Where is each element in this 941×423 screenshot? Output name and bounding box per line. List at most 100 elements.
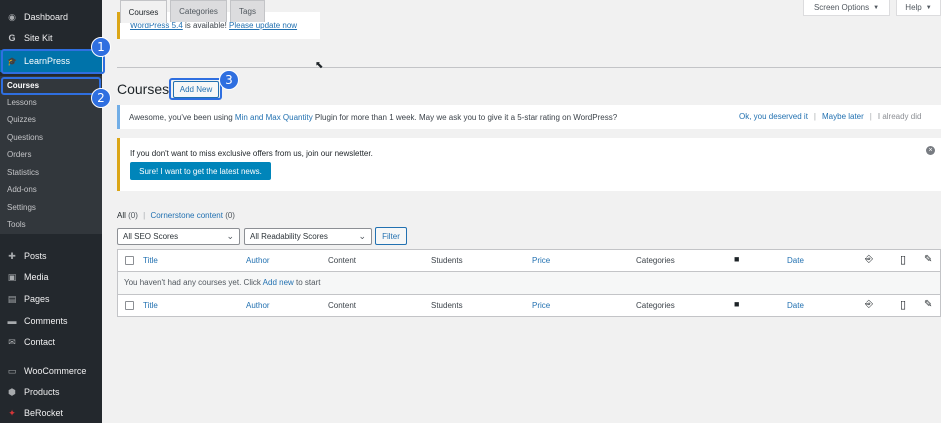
screen-options-button[interactable]: Screen Options ▼ bbox=[803, 0, 890, 16]
screen-options-label: Screen Options bbox=[813, 3, 870, 12]
rating-text-before: Awesome, you've been using bbox=[129, 112, 235, 122]
learnpress-submenu: Courses Lessons Quizzes Questions Orders… bbox=[0, 76, 102, 234]
column-price[interactable]: Price bbox=[532, 256, 550, 265]
callout-badge-1: 1 bbox=[91, 37, 111, 57]
submenu-item-settings[interactable]: Settings bbox=[7, 203, 36, 212]
sidebar-item-posts[interactable]: ✚ Posts bbox=[0, 246, 102, 266]
view-all-link[interactable]: All bbox=[117, 211, 126, 220]
column-title[interactable]: Title bbox=[143, 256, 158, 265]
table-footer: Title Author Content Students Price Cate… bbox=[117, 294, 941, 317]
submenu-item-statistics[interactable]: Statistics bbox=[7, 168, 39, 177]
column-content: Content bbox=[328, 256, 357, 265]
column-author[interactable]: Author bbox=[246, 301, 270, 310]
newsletter-notice: If you don't want to miss exclusive offe… bbox=[117, 138, 941, 191]
filter-button[interactable]: Filter bbox=[375, 227, 407, 245]
rating-text-after: Plugin for more than 1 week. May we ask … bbox=[312, 112, 618, 122]
maybe-later-link[interactable]: Maybe later bbox=[822, 112, 864, 121]
tabs-divider bbox=[117, 67, 941, 68]
readability-score-value: All Readability Scores bbox=[250, 232, 328, 241]
sidebar-item-berocket[interactable]: ✦ BeRocket bbox=[0, 403, 102, 423]
sidebar-item-dashboard[interactable]: ◉ Dashboard bbox=[0, 7, 102, 27]
sidebar-item-label: Media bbox=[24, 272, 49, 282]
seo-score-value: All SEO Scores bbox=[123, 232, 179, 241]
sidebar-item-woocommerce[interactable]: ▭ WooCommerce bbox=[0, 361, 102, 381]
sidebar-item-media[interactable]: ▣ Media bbox=[0, 267, 102, 287]
sidebar-item-comments[interactable]: ▬ Comments bbox=[0, 311, 102, 331]
empty-text-before: You haven't had any courses yet. Click bbox=[124, 278, 263, 287]
rating-actions: Ok, you deserved it | Maybe later | I alread… bbox=[739, 112, 921, 121]
list-views: All (0) | Cornerstone content (0) bbox=[117, 211, 235, 220]
table-header: Title Author Content Students Price Cate… bbox=[117, 249, 941, 272]
edit-pencil-icon[interactable]: ✎ bbox=[924, 254, 932, 265]
sidebar-item-label: Pages bbox=[24, 294, 50, 304]
sidebar-item-label: BeRocket bbox=[24, 408, 64, 418]
edit-pencil-icon[interactable]: ✎ bbox=[924, 299, 932, 310]
page-title: Courses bbox=[117, 81, 170, 97]
products-icon: ⬢ bbox=[8, 386, 16, 397]
submenu-item-tools[interactable]: Tools bbox=[7, 220, 26, 229]
update-notice-text: is available! bbox=[182, 21, 230, 30]
column-title[interactable]: Title bbox=[143, 301, 158, 310]
pushpin-icon: ✚ bbox=[8, 250, 16, 261]
mail-icon: ✉ bbox=[8, 336, 16, 347]
readability-score-select[interactable]: All Readability Scores ⌄ bbox=[244, 228, 372, 245]
update-now-link[interactable]: Please update now bbox=[229, 21, 297, 30]
tab-tags[interactable]: Tags bbox=[230, 0, 265, 22]
seo-score-column-icon[interactable]: ⎆ bbox=[865, 254, 873, 265]
select-all-checkbox[interactable] bbox=[125, 256, 134, 265]
add-new-inline-link[interactable]: Add new bbox=[263, 278, 294, 287]
ok-deserved-link[interactable]: Ok, you deserved it bbox=[739, 112, 808, 121]
rating-notice: Awesome, you've been using Min and Max Q… bbox=[117, 105, 941, 129]
sidebar-item-products[interactable]: ⬢ Products bbox=[0, 382, 102, 402]
rocket-icon: ✦ bbox=[8, 407, 16, 418]
comments-column-icon[interactable]: ■ bbox=[734, 299, 739, 309]
subscribe-newsletter-button[interactable]: Sure! I want to get the latest news. bbox=[130, 162, 271, 180]
sidebar-item-contact[interactable]: ✉ Contact bbox=[0, 332, 102, 352]
submenu-item-orders[interactable]: Orders bbox=[7, 150, 31, 159]
comment-icon: ▬ bbox=[7, 316, 17, 326]
pages-icon: ▤ bbox=[7, 293, 17, 304]
empty-text-after: to start bbox=[293, 278, 321, 287]
caret-down-icon: ▼ bbox=[925, 4, 932, 11]
column-categories: Categories bbox=[636, 301, 675, 310]
submenu-item-questions[interactable]: Questions bbox=[7, 133, 43, 142]
submenu-item-quizzes[interactable]: Quizzes bbox=[7, 115, 36, 124]
separator: | bbox=[869, 112, 872, 121]
view-cornerstone-count: (0) bbox=[225, 211, 235, 220]
readability-column-icon[interactable]: ▯ bbox=[900, 298, 906, 311]
seo-score-select[interactable]: All SEO Scores ⌄ bbox=[117, 228, 240, 245]
readability-column-icon[interactable]: ▯ bbox=[900, 253, 906, 266]
tab-courses[interactable]: Courses bbox=[120, 0, 167, 23]
help-button[interactable]: Help ▼ bbox=[896, 0, 941, 16]
dashboard-icon: ◉ bbox=[8, 11, 16, 22]
dismiss-icon[interactable]: × bbox=[926, 146, 935, 155]
column-author[interactable]: Author bbox=[246, 256, 270, 265]
highlight-courses bbox=[1, 77, 101, 95]
view-cornerstone-link[interactable]: Cornerstone content bbox=[150, 211, 223, 220]
already-did-link[interactable]: I already did bbox=[878, 112, 922, 121]
seo-score-column-icon[interactable]: ⎆ bbox=[865, 299, 873, 310]
sidebar-item-label: Contact bbox=[24, 337, 56, 347]
sidebar-item-site-kit[interactable]: G Site Kit bbox=[0, 28, 102, 48]
column-date[interactable]: Date bbox=[787, 301, 804, 310]
sidebar-item-label: Comments bbox=[24, 316, 68, 326]
caret-down-icon: ▼ bbox=[873, 4, 880, 11]
submenu-item-lessons[interactable]: Lessons bbox=[7, 98, 37, 107]
chevron-down-icon: ⌄ bbox=[226, 231, 234, 241]
sidebar-item-pages[interactable]: ▤ Pages bbox=[0, 289, 102, 309]
plugin-link[interactable]: Min and Max Quantity bbox=[235, 113, 313, 122]
newsletter-text: If you don't want to miss exclusive offe… bbox=[130, 149, 373, 158]
comments-column-icon[interactable]: ■ bbox=[734, 254, 739, 264]
sidebar-item-label: Posts bbox=[24, 251, 47, 261]
submenu-item-add-ons[interactable]: Add-ons bbox=[7, 185, 37, 194]
separator: | bbox=[813, 112, 816, 121]
sitekit-g-icon: G bbox=[8, 33, 16, 43]
separator: | bbox=[143, 211, 146, 220]
mouse-cursor-icon: ⬉ bbox=[315, 60, 324, 71]
highlight-learnpress bbox=[1, 49, 105, 74]
column-date[interactable]: Date bbox=[787, 256, 804, 265]
tab-categories[interactable]: Categories bbox=[170, 0, 227, 22]
add-new-button[interactable]: Add New bbox=[173, 81, 219, 98]
column-price[interactable]: Price bbox=[532, 301, 550, 310]
select-all-checkbox-footer[interactable] bbox=[125, 301, 134, 310]
